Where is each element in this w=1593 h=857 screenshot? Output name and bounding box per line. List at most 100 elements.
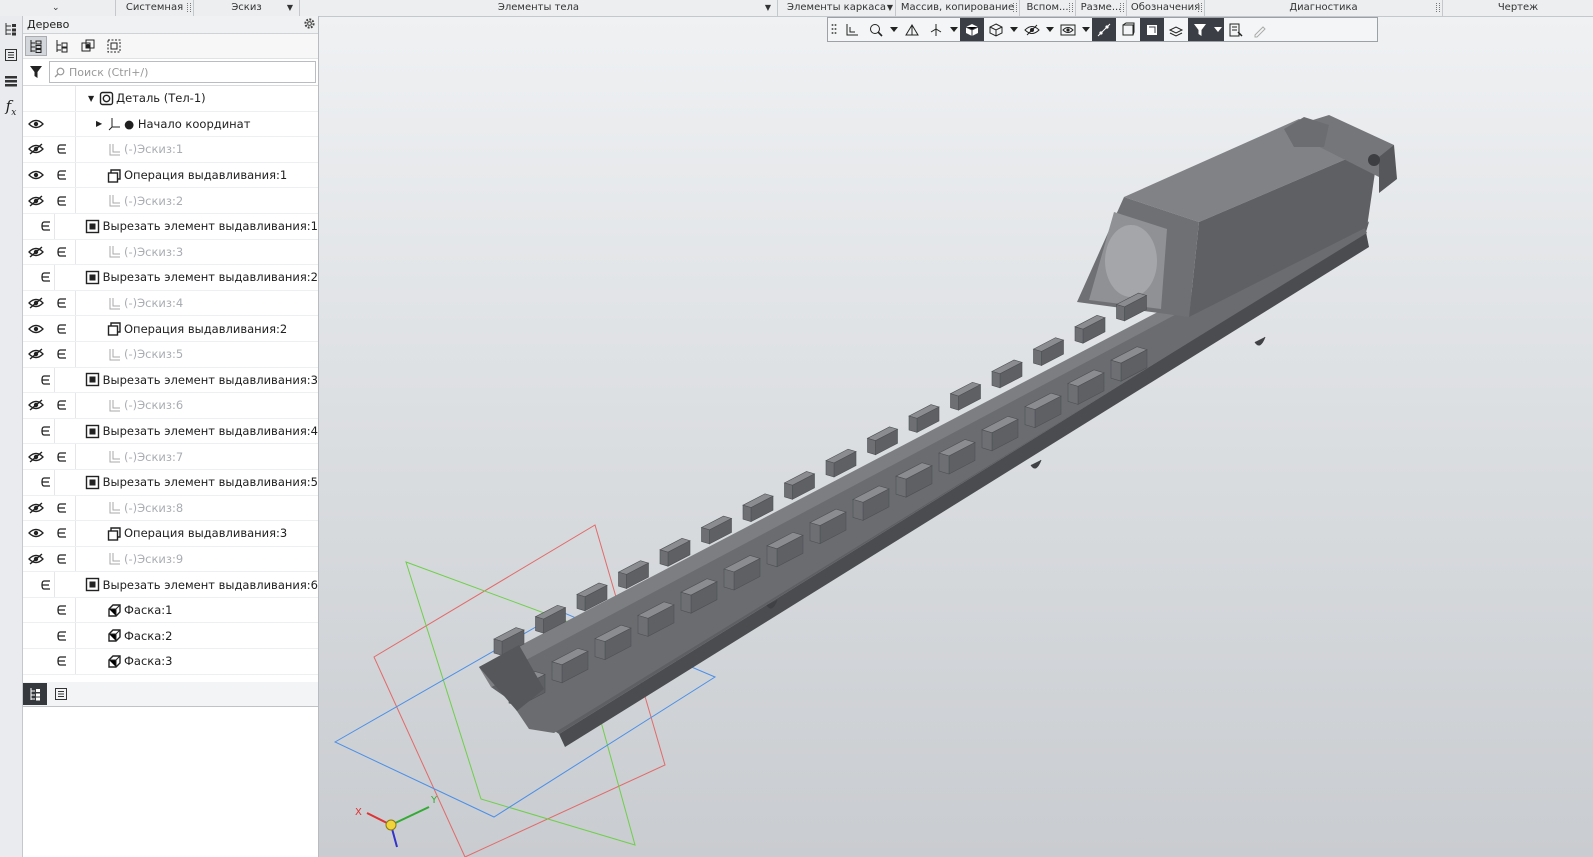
- rotate-icon[interactable]: [900, 18, 924, 41]
- tree-item[interactable]: Операция выдавливания:3: [76, 525, 287, 541]
- properties-icon[interactable]: [0, 42, 22, 68]
- tree-item[interactable]: (-)Эскиз:4: [76, 295, 183, 311]
- tree-item[interactable]: ▼ Деталь (Тел-1): [76, 90, 206, 106]
- eye-hidden-icon[interactable]: [23, 143, 49, 156]
- tree-row[interactable]: ▼ Деталь (Тел-1): [23, 86, 318, 112]
- include-icon[interactable]: [49, 195, 75, 207]
- tree-row[interactable]: Вырезать элемент выдавливания:5: [23, 469, 318, 496]
- light-icon[interactable]: [1140, 18, 1164, 41]
- ribbon-tab-body-elements[interactable]: Элементы тела ▼: [300, 0, 778, 16]
- tree-item[interactable]: (-)Эскиз:3: [76, 244, 183, 260]
- eye-icon[interactable]: [23, 527, 49, 539]
- tree-item[interactable]: Вырезать элемент выдавливания:1: [55, 218, 318, 234]
- include-icon[interactable]: [49, 604, 75, 616]
- dropdown-arrow-icon[interactable]: [1008, 18, 1020, 41]
- include-icon[interactable]: [49, 297, 75, 309]
- tree-row[interactable]: ▶ ● Начало координат: [23, 111, 318, 138]
- include-icon[interactable]: [49, 399, 75, 411]
- include-icon[interactable]: [49, 502, 75, 514]
- eye-hidden-icon[interactable]: [23, 399, 49, 411]
- tree-item[interactable]: Вырезать элемент выдавливания:5: [55, 474, 318, 490]
- tree-item[interactable]: (-)Эскиз:1: [76, 141, 183, 157]
- pipette-icon[interactable]: [1248, 18, 1272, 41]
- tree-item[interactable]: (-)Эскиз:7: [76, 449, 183, 465]
- filter-icon[interactable]: [1188, 18, 1212, 41]
- tree-row[interactable]: Вырезать элемент выдавливания:3: [23, 367, 318, 394]
- include-icon[interactable]: [49, 655, 75, 667]
- tree-item[interactable]: Операция выдавливания:2: [76, 321, 287, 337]
- tree-row[interactable]: (-)Эскиз:6: [23, 393, 318, 419]
- hide-icon[interactable]: [1020, 18, 1044, 41]
- ribbon-tab-system[interactable]: Системная: [116, 0, 194, 16]
- tree-item[interactable]: Вырезать элемент выдавливания:3: [55, 372, 318, 388]
- tree-row[interactable]: (-)Эскиз:4: [23, 290, 318, 317]
- eye-icon[interactable]: [23, 169, 49, 181]
- tree-item[interactable]: Вырезать элемент выдавливания:6: [55, 577, 318, 593]
- include-icon[interactable]: [39, 425, 55, 437]
- dropdown-arrow-icon[interactable]: [1044, 18, 1056, 41]
- tree-row[interactable]: Операция выдавливания:2: [23, 316, 318, 342]
- tree-row[interactable]: Вырезать элемент выдавливания:1: [23, 213, 318, 240]
- include-icon[interactable]: [49, 553, 75, 565]
- filter-icon[interactable]: [23, 65, 49, 79]
- tree-row[interactable]: (-)Эскиз:7: [23, 444, 318, 470]
- tree-item[interactable]: (-)Эскиз:8: [76, 500, 183, 516]
- search-input[interactable]: Поиск (Ctrl+/): [49, 61, 316, 83]
- dropdown-arrow-icon[interactable]: [948, 18, 960, 41]
- include-icon[interactable]: [49, 527, 75, 539]
- tree-item[interactable]: Фаска:1: [76, 602, 172, 618]
- tree-item[interactable]: ▶ ● Начало координат: [76, 116, 250, 132]
- include-icon[interactable]: [49, 323, 75, 335]
- wireframe-display-icon[interactable]: [984, 18, 1008, 41]
- tree-row[interactable]: (-)Эскиз:5: [23, 341, 318, 368]
- tree-row[interactable]: (-)Эскиз:1: [23, 137, 318, 163]
- ribbon-tab-diagnostics[interactable]: Диагностика: [1205, 0, 1443, 16]
- include-icon[interactable]: [49, 451, 75, 463]
- tree-row[interactable]: Вырезать элемент выдавливания:2: [23, 265, 318, 291]
- 3d-viewport[interactable]: X Y: [319, 17, 1593, 857]
- layers-display-icon[interactable]: [1164, 18, 1188, 41]
- perspective-icon[interactable]: [1116, 18, 1140, 41]
- include-icon[interactable]: [39, 579, 55, 591]
- tree-select-button[interactable]: [103, 36, 125, 56]
- properties-tab-icon[interactable]: [49, 683, 73, 705]
- tree-row[interactable]: (-)Эскиз:9: [23, 546, 318, 573]
- include-icon[interactable]: [39, 220, 55, 232]
- eye-hidden-icon[interactable]: [23, 502, 49, 514]
- tree-components-button[interactable]: [77, 36, 99, 56]
- tree-row[interactable]: Вырезать элемент выдавливания:4: [23, 418, 318, 445]
- variables-icon[interactable]: fx: [0, 94, 22, 120]
- eye-hidden-icon[interactable]: [23, 195, 49, 207]
- model-view[interactable]: X Y: [319, 17, 1593, 857]
- tree-row[interactable]: (-)Эскиз:8: [23, 495, 318, 522]
- tree-row[interactable]: (-)Эскиз:2: [23, 188, 318, 214]
- toolbar-grip-icon[interactable]: [828, 18, 840, 41]
- ribbon-tab-array-copy[interactable]: Массив, копирование: [896, 0, 1020, 16]
- include-icon[interactable]: [39, 476, 55, 488]
- tree-item[interactable]: Фаска:2: [76, 628, 172, 644]
- tree-item[interactable]: Фаска:3: [76, 653, 172, 669]
- collapse-arrow-icon[interactable]: ▶: [96, 119, 102, 128]
- show-icon[interactable]: [1056, 18, 1080, 41]
- tree-row[interactable]: Операция выдавливания:1: [23, 162, 318, 189]
- orientation-icon[interactable]: [924, 18, 948, 41]
- tree-row[interactable]: Фаска:3: [23, 649, 318, 675]
- tree-row[interactable]: Операция выдавливания:3: [23, 521, 318, 547]
- ribbon-tab-drawing[interactable]: Чертеж: [1443, 0, 1593, 16]
- ribbon-tab-sketch[interactable]: Эскиз ▼: [194, 0, 300, 16]
- expand-arrow-icon[interactable]: ▼: [88, 94, 94, 103]
- tree-item[interactable]: (-)Эскиз:2: [76, 193, 183, 209]
- dropdown-arrow-icon[interactable]: [1212, 18, 1224, 41]
- ribbon-tab-auxiliary[interactable]: Вспом...: [1020, 0, 1076, 16]
- include-icon[interactable]: [49, 143, 75, 155]
- section-icon[interactable]: [1092, 18, 1116, 41]
- include-icon[interactable]: [39, 374, 55, 386]
- ribbon-collapse[interactable]: ⌄: [0, 0, 116, 16]
- tree-history-button[interactable]: [51, 36, 73, 56]
- tree-item[interactable]: (-)Эскиз:6: [76, 397, 183, 413]
- eye-hidden-icon[interactable]: [23, 451, 49, 463]
- include-icon[interactable]: [39, 271, 55, 283]
- tree-structure-button[interactable]: [25, 36, 47, 56]
- ribbon-tab-dimensions[interactable]: Разме...: [1076, 0, 1127, 16]
- eye-hidden-icon[interactable]: [23, 246, 49, 258]
